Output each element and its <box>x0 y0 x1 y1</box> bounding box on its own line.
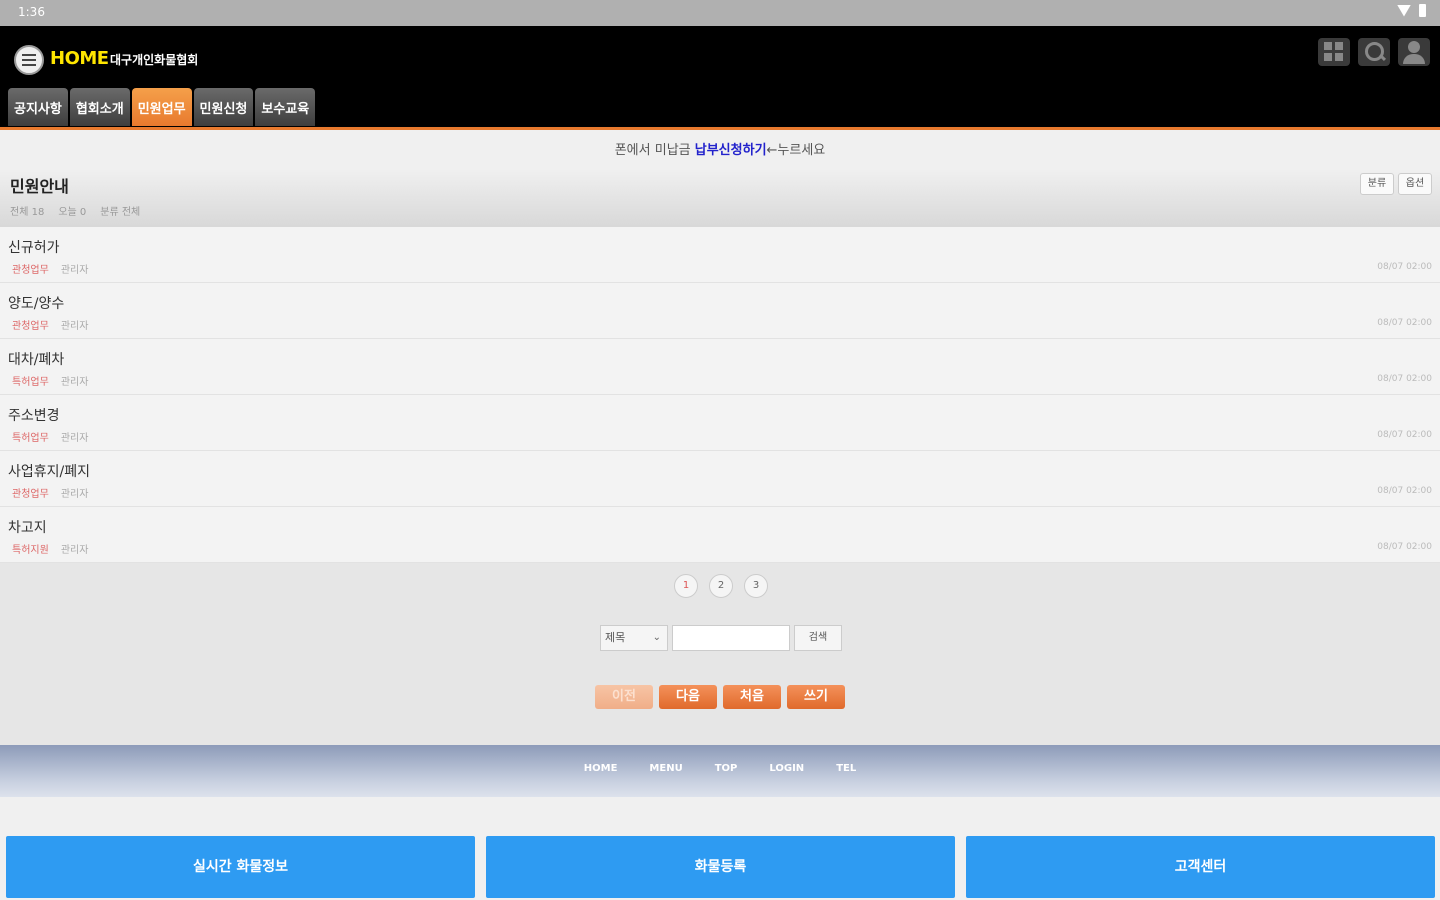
page-3[interactable]: 3 <box>744 574 768 598</box>
item-date: 08/07 02:00 <box>1377 318 1432 328</box>
total-count: 전체 18 <box>10 207 45 218</box>
item-date: 08/07 02:00 <box>1377 374 1432 384</box>
item-meta: 관청업무 관리자 <box>12 261 88 276</box>
tab-civil-request[interactable]: 민원신청 <box>193 88 254 126</box>
item-title[interactable]: 사업휴지/폐지 <box>8 461 90 481</box>
category-button[interactable]: 분류 <box>1360 173 1394 195</box>
item-meta: 특허업무 관리자 <box>12 373 88 388</box>
item-author: 관리자 <box>60 489 89 500</box>
first-button[interactable]: 처음 <box>723 685 781 709</box>
post-list: 신규허가 관청업무 관리자 08/07 02:00 양도/양수 관청업무 관리자… <box>0 227 1440 563</box>
list-item[interactable]: 주소변경 특허업무 관리자 08/07 02:00 <box>0 395 1440 451</box>
grid-icon[interactable] <box>1318 38 1350 66</box>
pagination: 1 2 3 <box>674 574 768 598</box>
footer-top-link[interactable]: TOP <box>715 763 738 774</box>
battery-icon <box>1419 4 1426 17</box>
page-2[interactable]: 2 <box>709 574 733 598</box>
prev-button[interactable]: 이전 <box>595 685 653 709</box>
item-title[interactable]: 신규허가 <box>8 237 60 257</box>
page-title: 민원안내 <box>10 177 69 196</box>
user-icon[interactable] <box>1398 38 1430 66</box>
item-category: 특허업무 <box>12 433 49 444</box>
item-author: 관리자 <box>60 545 89 556</box>
footer: HOME MENU TOP LOGIN TEL <box>0 745 1440 797</box>
list-item[interactable]: 신규허가 관청업무 관리자 08/07 02:00 <box>0 227 1440 283</box>
item-category: 관청업무 <box>12 265 49 276</box>
search-input[interactable] <box>672 625 790 651</box>
item-date: 08/07 02:00 <box>1377 262 1432 272</box>
item-meta: 특허지원 관리자 <box>12 541 88 556</box>
list-item[interactable]: 대차/폐차 특허업무 관리자 08/07 02:00 <box>0 339 1440 395</box>
notice-suffix: ←누르세요 <box>766 143 826 158</box>
item-author: 관리자 <box>60 321 89 332</box>
search-field-value: 제목 <box>605 631 626 644</box>
item-date: 08/07 02:00 <box>1377 430 1432 440</box>
tab-notice[interactable]: 공지사항 <box>8 88 68 126</box>
page-1[interactable]: 1 <box>674 574 698 598</box>
search-icon[interactable] <box>1358 38 1390 66</box>
tab-civil-affairs[interactable]: 민원업무 <box>131 88 192 126</box>
today-count: 오늘 0 <box>58 207 87 218</box>
realtime-freight-button[interactable]: 실시간 화물정보 <box>6 836 475 898</box>
notice-prefix: 폰에서 미납금 <box>614 143 691 158</box>
board-buttons: 분류 옵션 <box>1360 173 1432 195</box>
search-field-select[interactable]: 제목 ⌄ <box>600 625 668 651</box>
board-nav-buttons: 이전 다음 처음 쓰기 <box>595 685 845 709</box>
board-meta: 전체 18 오늘 0 분류 전체 <box>10 203 140 218</box>
customer-center-button[interactable]: 고객센터 <box>966 836 1435 898</box>
item-title[interactable]: 대차/폐차 <box>8 349 64 369</box>
wifi-icon <box>1397 4 1411 17</box>
footer-login-link[interactable]: LOGIN <box>769 763 804 774</box>
payment-request-link[interactable]: 납부신청하기 <box>695 143 767 158</box>
write-button[interactable]: 쓰기 <box>787 685 845 709</box>
item-meta: 관청업무 관리자 <box>12 485 88 500</box>
item-title[interactable]: 차고지 <box>8 517 47 537</box>
paging-area: 1 2 3 제목 ⌄ 검색 이전 다음 처음 쓰기 <box>0 563 1440 745</box>
item-author: 관리자 <box>60 433 89 444</box>
status-bar: 1:36 <box>0 0 1440 26</box>
item-title[interactable]: 양도/양수 <box>8 293 64 313</box>
search-form: 제목 ⌄ 검색 <box>600 625 842 651</box>
item-date: 08/07 02:00 <box>1377 542 1432 552</box>
item-author: 관리자 <box>60 265 89 276</box>
main-tabs: 공지사항 협회소개 민원업무 민원신청 보수교육 <box>8 88 316 126</box>
freight-register-button[interactable]: 화물등록 <box>486 836 955 898</box>
item-category: 관청업무 <box>12 489 49 500</box>
chevron-down-icon: ⌄ <box>652 632 661 643</box>
footer-tel-link[interactable]: TEL <box>836 763 856 774</box>
footer-menu-link[interactable]: MENU <box>649 763 682 774</box>
option-button[interactable]: 옵션 <box>1398 173 1432 195</box>
tab-education[interactable]: 보수교육 <box>255 88 316 126</box>
home-link[interactable]: HOME <box>50 48 109 69</box>
org-name: 대구개인화물협회 <box>110 53 199 67</box>
item-title[interactable]: 주소변경 <box>8 405 60 425</box>
system-icons <box>1397 4 1426 17</box>
search-button[interactable]: 검색 <box>794 625 842 651</box>
item-meta: 특허업무 관리자 <box>12 429 88 444</box>
app-header: HOME 대구개인화물협회 공지사항 협회소개 민원업무 민원신청 보수교육 <box>0 26 1440 130</box>
item-author: 관리자 <box>60 377 89 388</box>
board-header: 민원안내 전체 18 오늘 0 분류 전체 분류 옵션 <box>0 169 1440 227</box>
notice-bar: 폰에서 미납금 납부신청하기←누르세요 <box>0 133 1440 169</box>
footer-links: HOME MENU TOP LOGIN TEL <box>0 763 1440 774</box>
item-category: 특허업무 <box>12 377 49 388</box>
status-time: 1:36 <box>18 5 45 19</box>
list-item[interactable]: 차고지 특허지원 관리자 08/07 02:00 <box>0 507 1440 563</box>
header-icons <box>1318 38 1430 66</box>
list-item[interactable]: 양도/양수 관청업무 관리자 08/07 02:00 <box>0 283 1440 339</box>
bottom-action-bar: 실시간 화물정보 화물등록 고객센터 <box>0 836 1440 900</box>
tab-about[interactable]: 협회소개 <box>69 88 130 126</box>
list-item[interactable]: 사업휴지/폐지 관청업무 관리자 08/07 02:00 <box>0 451 1440 507</box>
footer-home-link[interactable]: HOME <box>584 763 618 774</box>
category-filter[interactable]: 분류 전체 <box>100 203 140 218</box>
item-category: 관청업무 <box>12 321 49 332</box>
item-date: 08/07 02:00 <box>1377 486 1432 496</box>
item-meta: 관청업무 관리자 <box>12 317 88 332</box>
item-category: 특허지원 <box>12 545 49 556</box>
menu-icon[interactable] <box>14 45 44 75</box>
next-button[interactable]: 다음 <box>659 685 717 709</box>
